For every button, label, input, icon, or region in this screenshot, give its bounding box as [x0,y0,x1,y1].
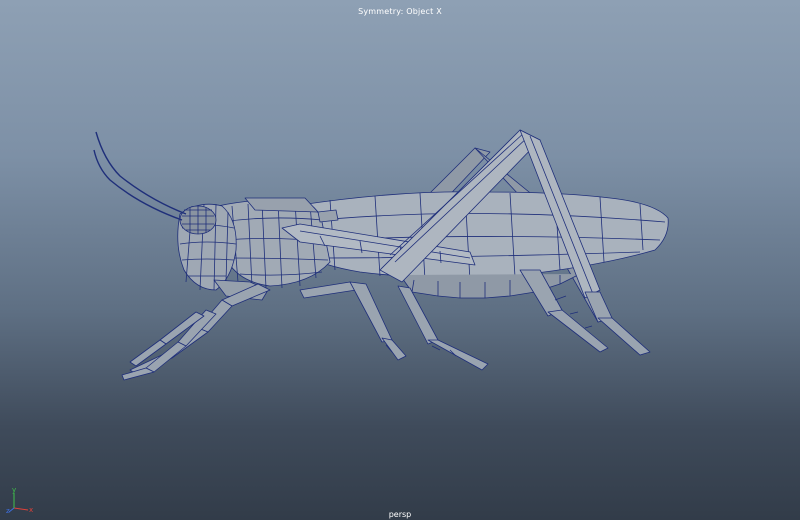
camera-name-label: persp [388,510,412,519]
grasshopper-wireframe-model[interactable] [0,0,800,520]
antennae [93,131,187,221]
perspective-viewport[interactable]: Symmetry: Object X x y z persp [0,0,800,520]
wing-base-plate [317,209,339,223]
y-axis-label: y [12,486,16,494]
front-legs [121,283,271,381]
